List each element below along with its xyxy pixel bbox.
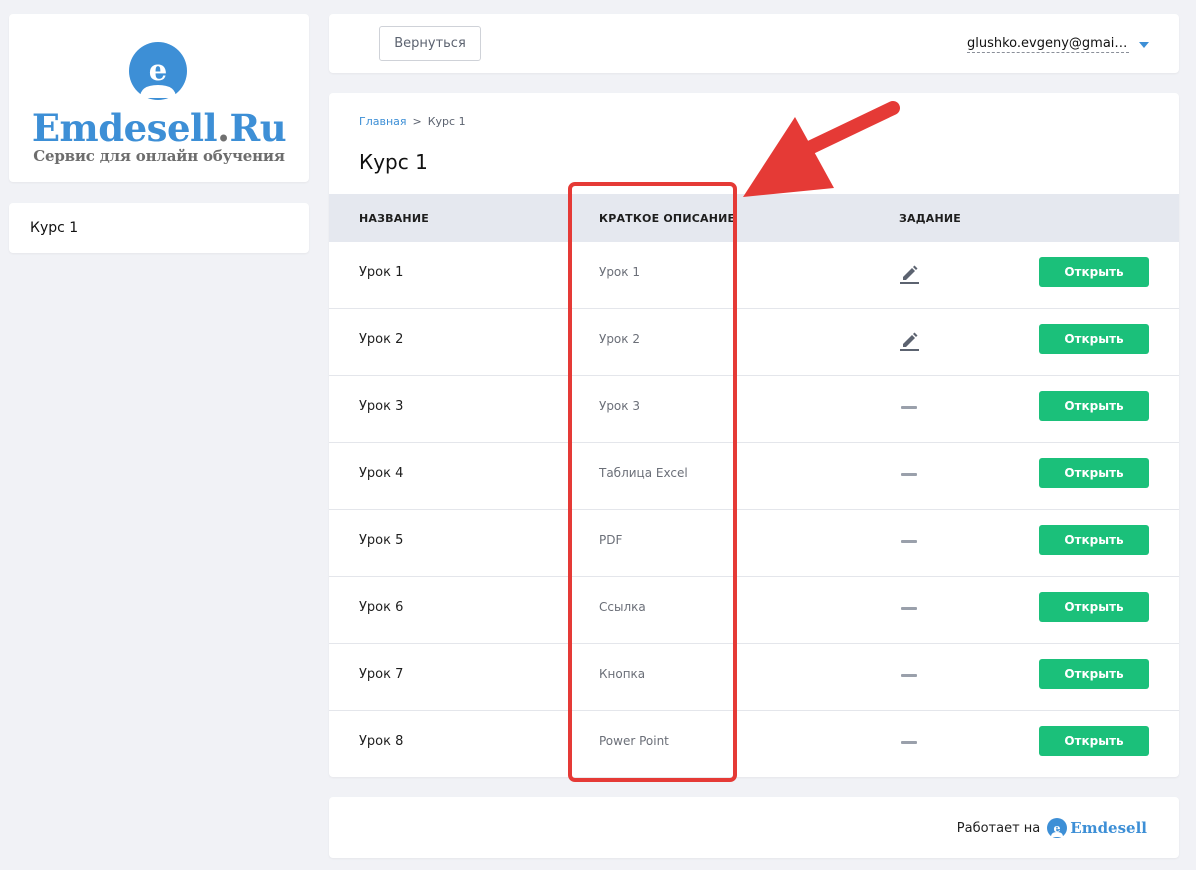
- table-row: Урок 6 Ссылка Открыть: [329, 577, 1179, 644]
- table-row: Урок 1 Урок 1 Открыть: [329, 242, 1179, 309]
- powered-by: Работает на e Emdesell: [957, 817, 1147, 839]
- dash-icon: [901, 674, 917, 677]
- table-row: Урок 3 Урок 3 Открыть: [329, 376, 1179, 443]
- dash-icon: [901, 607, 917, 610]
- header-task: ЗАДАНИЕ: [899, 212, 961, 225]
- logo-title: Emdesell.Ru: [31, 106, 287, 150]
- breadcrumb: Главная > Курс 1: [359, 115, 466, 128]
- breadcrumb-separator: >: [412, 115, 422, 128]
- pencil-icon[interactable]: [899, 262, 919, 284]
- lesson-name: Урок 2: [359, 332, 404, 347]
- breadcrumb-home[interactable]: Главная: [359, 115, 407, 128]
- lesson-description: Урок 1: [599, 265, 640, 279]
- table-row: Урок 7 Кнопка Открыть: [329, 644, 1179, 711]
- powered-by-label: Работает на: [956, 820, 1041, 836]
- footer: Работает на e Emdesell: [329, 797, 1179, 858]
- svg-text:e: e: [149, 53, 167, 87]
- header-name: НАЗВАНИЕ: [359, 212, 429, 225]
- lesson-description: Таблица Excel: [599, 466, 688, 480]
- open-lesson-button[interactable]: Открыть: [1039, 257, 1149, 287]
- logo-subtitle: Сервис для онлайн обучения: [33, 147, 285, 165]
- lesson-description: Power Point: [599, 734, 669, 748]
- user-e-icon: e: [129, 42, 187, 100]
- course-card: Главная > Курс 1 Курс 1 НАЗВАНИЕ КРАТКОЕ…: [329, 93, 1179, 777]
- lesson-name: Урок 7: [359, 667, 404, 682]
- dash-icon: [901, 473, 917, 476]
- lesson-description: Урок 2: [599, 332, 640, 346]
- lesson-description: Кнопка: [599, 667, 646, 681]
- open-lesson-button[interactable]: Открыть: [1039, 525, 1149, 555]
- user-menu[interactable]: glushko.evgeny@gmai…: [967, 36, 1149, 53]
- chevron-down-icon[interactable]: [1139, 41, 1149, 48]
- table-header: НАЗВАНИЕ КРАТКОЕ ОПИСАНИЕ ЗАДАНИЕ: [329, 194, 1179, 242]
- lesson-name: Урок 5: [359, 533, 404, 548]
- footer-brand[interactable]: Emdesell: [1070, 819, 1147, 837]
- lesson-description: PDF: [599, 533, 623, 547]
- lesson-name: Урок 3: [359, 399, 404, 414]
- lesson-name: Урок 8: [359, 734, 404, 749]
- table-row: Урок 4 Таблица Excel Открыть: [329, 443, 1179, 510]
- lesson-description: Ссылка: [599, 600, 646, 614]
- user-email[interactable]: glushko.evgeny@gmai…: [967, 36, 1129, 53]
- pencil-icon[interactable]: [899, 329, 919, 351]
- open-lesson-button[interactable]: Открыть: [1039, 324, 1149, 354]
- table-row: Урок 2 Урок 2 Открыть: [329, 309, 1179, 376]
- topbar: Вернуться glushko.evgeny@gmai…: [329, 14, 1179, 73]
- dash-icon: [901, 540, 917, 543]
- logo-card: e Emdesell.Ru Сервис для онлайн обучения: [9, 14, 309, 182]
- open-lesson-button[interactable]: Открыть: [1039, 726, 1149, 756]
- open-lesson-button[interactable]: Открыть: [1039, 391, 1149, 421]
- dash-icon: [901, 741, 917, 744]
- open-lesson-button[interactable]: Открыть: [1039, 659, 1149, 689]
- open-lesson-button[interactable]: Открыть: [1039, 458, 1149, 488]
- lesson-description: Урок 3: [599, 399, 640, 413]
- back-button[interactable]: Вернуться: [379, 26, 481, 61]
- table-row: Урок 5 PDF Открыть: [329, 510, 1179, 577]
- page-title: Курс 1: [359, 150, 428, 174]
- table-row: Урок 8 Power Point Открыть: [329, 711, 1179, 777]
- sidebar-item-label: Курс 1: [30, 220, 79, 236]
- user-e-icon: e: [1047, 818, 1068, 838]
- dash-icon: [901, 406, 917, 409]
- breadcrumb-current: Курс 1: [427, 115, 466, 128]
- header-description: КРАТКОЕ ОПИСАНИЕ: [599, 212, 736, 225]
- lesson-name: Урок 1: [359, 265, 404, 280]
- lesson-name: Урок 6: [359, 600, 404, 615]
- open-lesson-button[interactable]: Открыть: [1039, 592, 1149, 622]
- sidebar-item-course[interactable]: Курс 1: [9, 203, 309, 253]
- lesson-name: Урок 4: [359, 466, 404, 481]
